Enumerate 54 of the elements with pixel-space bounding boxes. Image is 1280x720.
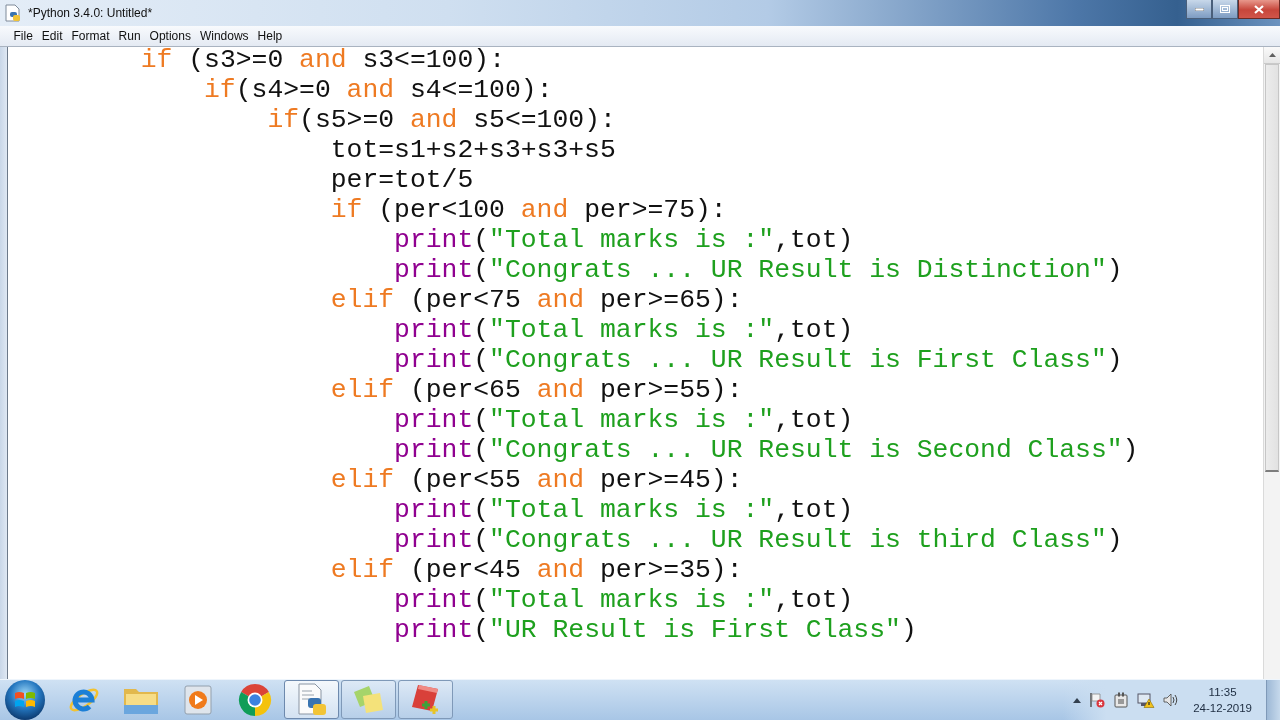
close-icon — [1254, 4, 1264, 14]
code-line: print("Total marks is :",tot) — [394, 405, 854, 435]
close-button[interactable] — [1238, 0, 1280, 19]
flag-icon[interactable] — [1089, 692, 1106, 708]
scrollbar-track[interactable] — [1263, 47, 1280, 679]
code-line: print("Congrats ... UR Result is third Class") — [394, 525, 1123, 555]
code-line: elif (per<45 and per>=35): — [330, 555, 743, 585]
plug-icon[interactable] — [1113, 692, 1130, 708]
window-title: *Python 3.4.0: Untitled* — [28, 6, 153, 20]
up-arrow-icon[interactable] — [1073, 697, 1082, 703]
maximize-button[interactable] — [1212, 0, 1238, 19]
up-arrow-icon — [1268, 53, 1276, 57]
menu-item[interactable]: Options — [145, 28, 196, 44]
code-line: elif (per<75 and per>=65): — [330, 285, 743, 315]
document-icon — [296, 682, 327, 717]
menu-item[interactable]: Run — [114, 28, 146, 44]
document-icon — [5, 4, 21, 22]
menu-item[interactable]: File — [9, 28, 38, 44]
code-line: print("UR Result is First Class") — [394, 615, 917, 645]
code-line: print("Congrats ... UR Result is Second Class") — [394, 435, 1139, 465]
minimize-button[interactable] — [1186, 0, 1212, 19]
speaker-icon[interactable] — [1163, 692, 1180, 708]
code-line: per=tot/5 — [330, 165, 474, 195]
taskbar-button[interactable] — [398, 680, 453, 719]
code-line: print("Congrats ... UR Result is Distinction") — [394, 255, 1123, 285]
taskbar-button[interactable] — [284, 680, 339, 719]
code-line: elif (per<65 and per>=55): — [330, 375, 743, 405]
circle-logo-icon — [237, 682, 272, 717]
network-warning-icon[interactable] — [1137, 692, 1156, 708]
code-line: print("Total marks is :",tot) — [394, 315, 854, 345]
code-line: if(s5>=0 and s5<=100): — [267, 105, 616, 135]
scrollbar-thumb[interactable] — [1265, 64, 1279, 472]
sticky-notes-icon — [351, 683, 386, 716]
code-line: print("Total marks is :",tot) — [394, 495, 854, 525]
code-line: tot=s1+s2+s3+s3+s5 — [330, 135, 616, 165]
minimize-icon — [1194, 7, 1204, 11]
code-line: print("Congrats ... UR Result is First Class") — [394, 345, 1123, 375]
menu-item[interactable]: Edit — [37, 28, 68, 44]
code-line: print("Total marks is :",tot) — [394, 585, 854, 615]
code-line: elif (per<55 and per>=45): — [330, 465, 743, 495]
code-line: if(s4>=0 and s4<=100): — [204, 75, 553, 105]
code-line: if (s3>=0 and s3<=100): — [140, 47, 505, 75]
code-line: print("Total marks is :",tot) — [394, 225, 854, 255]
clock-date: 24-12-2019 — [1193, 701, 1252, 716]
play-icon — [183, 684, 212, 715]
taskbar-button[interactable] — [341, 680, 396, 719]
maximize-icon — [1220, 5, 1230, 13]
menu-item[interactable]: Help — [253, 28, 287, 44]
menu-item[interactable]: Windows — [195, 28, 254, 44]
menu-item[interactable]: Format — [67, 28, 115, 44]
code-line: if (per<100 and per>=75): — [330, 195, 727, 225]
clock-time: 11:35 — [1208, 685, 1237, 700]
scroll-up-button[interactable] — [1264, 47, 1280, 64]
orb-icon — [5, 680, 45, 720]
